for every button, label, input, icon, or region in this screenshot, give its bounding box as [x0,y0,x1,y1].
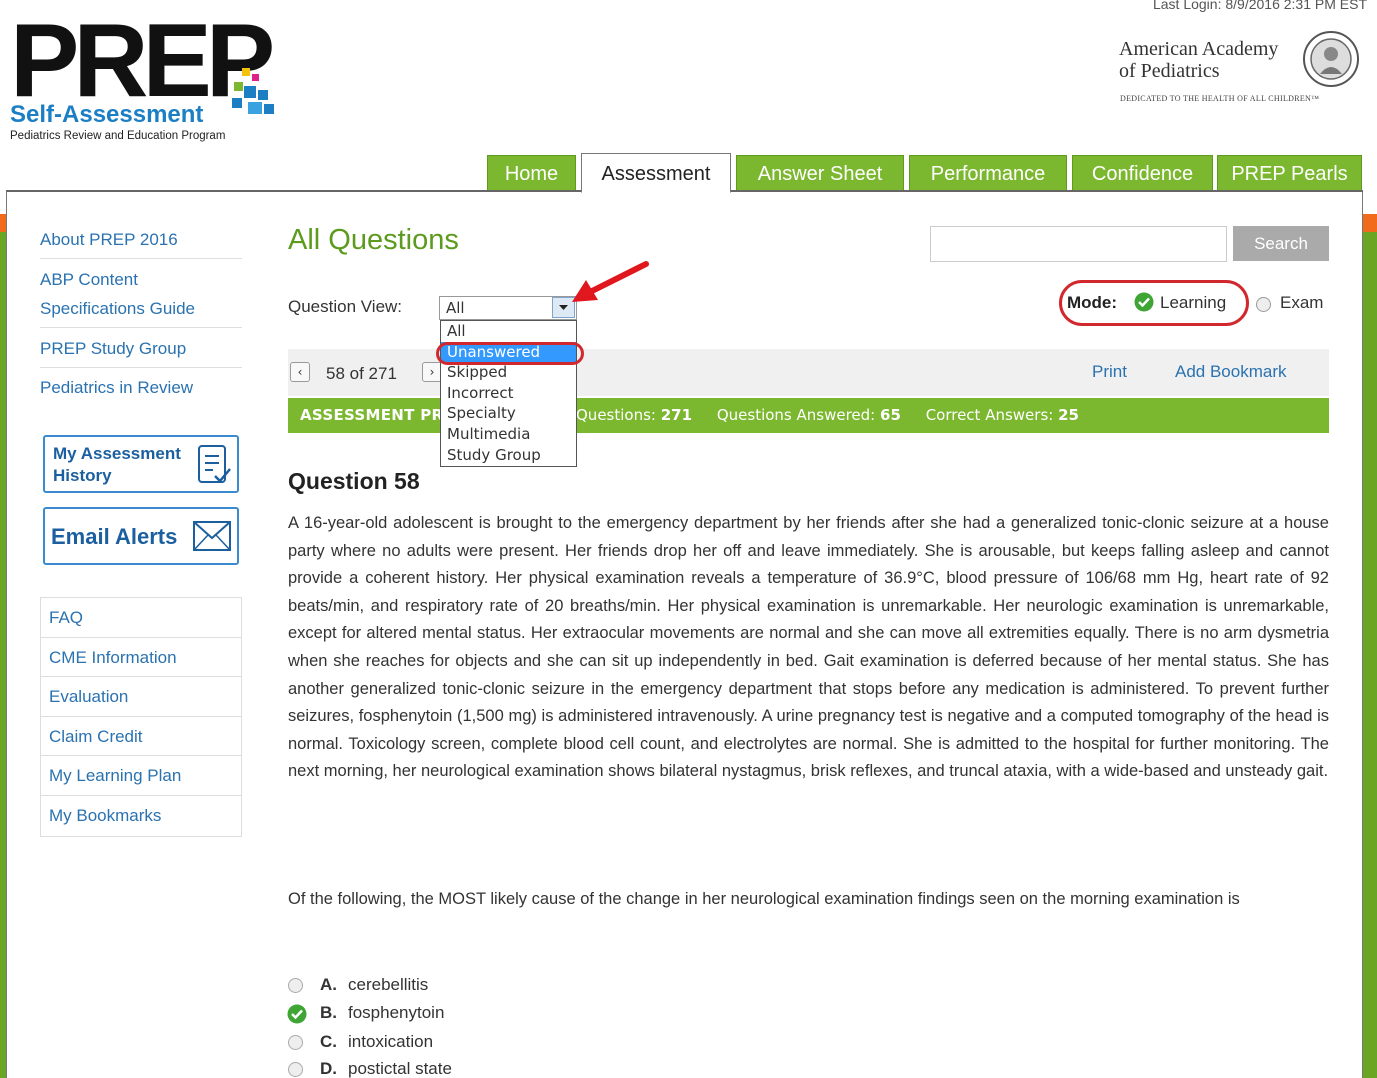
annotation-arrow-icon [572,261,649,302]
tab-performance[interactable]: Performance [909,155,1067,191]
stats-questions-label: Questions: [576,406,656,424]
answer-letter: B. [320,1003,337,1022]
option-study-group[interactable]: Study Group [441,445,576,466]
email-alerts-button[interactable]: Email Alerts [43,507,239,565]
answer-text: fosphenytoin [348,1003,445,1022]
check-circle-icon[interactable] [1134,292,1154,312]
answer-letter: D. [320,1059,337,1078]
mode-learning-option[interactable]: Learning [1160,293,1226,313]
nav-faq[interactable]: FAQ [41,598,241,638]
org-name: American Academy of Pediatrics [1119,38,1278,82]
print-link[interactable]: Print [1092,362,1127,382]
check-circle-icon [287,1004,307,1024]
stats-correct-label: Correct Answers: [925,406,1054,424]
tab-assessment[interactable]: Assessment [581,153,731,193]
answer-radio[interactable] [288,978,303,993]
answer-letter: C. [320,1032,337,1051]
annotation-highlight-ring [436,342,584,365]
question-title: Question 58 [288,468,420,494]
stats-answered-label: Questions Answered: [716,406,876,424]
nav-evaluation[interactable]: Evaluation [41,677,241,717]
option-multimedia[interactable]: Multimedia [441,424,576,445]
nav-my-learning-plan[interactable]: My Learning Plan [41,756,241,796]
prep-logo: PREP Self-Assessment Pediatrics Review a… [10,8,278,142]
tab-prep-pearls[interactable]: PREP Pearls [1217,155,1362,191]
stats-values: Questions: 271 Questions Answered: 65 Co… [576,398,1099,433]
aap-seal-icon [1303,31,1359,87]
nav-claim-credit[interactable]: Claim Credit [41,717,241,757]
pager-position: 58 of 271 [326,364,397,383]
search-input[interactable] [930,226,1227,262]
nav-prep-study-group[interactable]: PREP Study Group [40,334,242,368]
logo-subtitle-text: Self-Assessment [10,101,203,128]
option-skipped[interactable]: Skipped [441,362,576,383]
answer-text: intoxication [348,1032,434,1051]
stats-questions-value: 271 [660,406,693,424]
org-name-line2: of Pediatrics [1119,60,1220,82]
side-stripe-green [1363,232,1377,1078]
question-stem: Of the following, the MOST likely cause … [288,890,1240,908]
mode-exam-radio[interactable] [1256,297,1271,312]
page-title: All Questions [288,224,459,256]
nav-cme-information[interactable]: CME Information [41,638,241,678]
nav-my-bookmarks[interactable]: My Bookmarks [41,796,241,836]
add-bookmark-link[interactable]: Add Bookmark [1175,362,1287,382]
mode-exam-option[interactable]: Exam [1280,293,1323,313]
previous-question-button[interactable]: ‹ [290,362,310,382]
tab-confidence[interactable]: Confidence [1072,155,1213,191]
org-name-line1: American Academy [1119,38,1279,60]
option-incorrect[interactable]: Incorrect [441,383,576,404]
stats-answered-value: 65 [880,406,901,424]
option-specialty[interactable]: Specialty [441,403,576,424]
my-assessment-history-button[interactable]: My Assessment History [43,435,239,493]
my-assessment-history-label: My Assessment History [53,444,181,485]
logo-tagline-text: Pediatrics Review and Education Program [10,130,225,142]
checklist-icon [198,445,231,483]
answer-text: postictal state [348,1059,452,1078]
secondary-nav: FAQ CME Information Evaluation Claim Cre… [40,597,242,837]
question-view-label: Question View: [288,297,403,316]
tab-home[interactable]: Home [487,155,576,191]
nav-about-prep[interactable]: About PREP 2016 [40,225,242,259]
option-all[interactable]: All [441,321,576,342]
email-alerts-label: Email Alerts [51,524,178,549]
org-tagline: DEDICATED TO THE HEALTH OF ALL CHILDREN™ [1120,94,1320,103]
answer-letter: A. [320,975,337,994]
side-stripe-green [0,232,6,1078]
nav-pediatrics-in-review[interactable]: Pediatrics in Review [40,373,242,407]
mode-label: Mode: [1067,293,1118,312]
stats-correct-value: 25 [1058,406,1079,424]
search-button[interactable]: Search [1233,226,1329,261]
answer-text: cerebellitis [348,975,429,994]
envelope-icon [193,521,231,551]
question-view-selected: All [446,299,465,317]
answer-radio[interactable] [288,1035,303,1050]
question-body: A 16-year-old adolescent is brought to t… [288,514,1329,781]
answer-radio[interactable] [288,1062,303,1077]
last-login: Last Login: 8/9/2016 2:31 PM EST [1152,0,1367,12]
nav-abp-content-guide[interactable]: ABP Content Specifications Guide [40,265,242,328]
tab-answer-sheet[interactable]: Answer Sheet [736,155,904,191]
next-question-button[interactable]: › [422,362,442,382]
